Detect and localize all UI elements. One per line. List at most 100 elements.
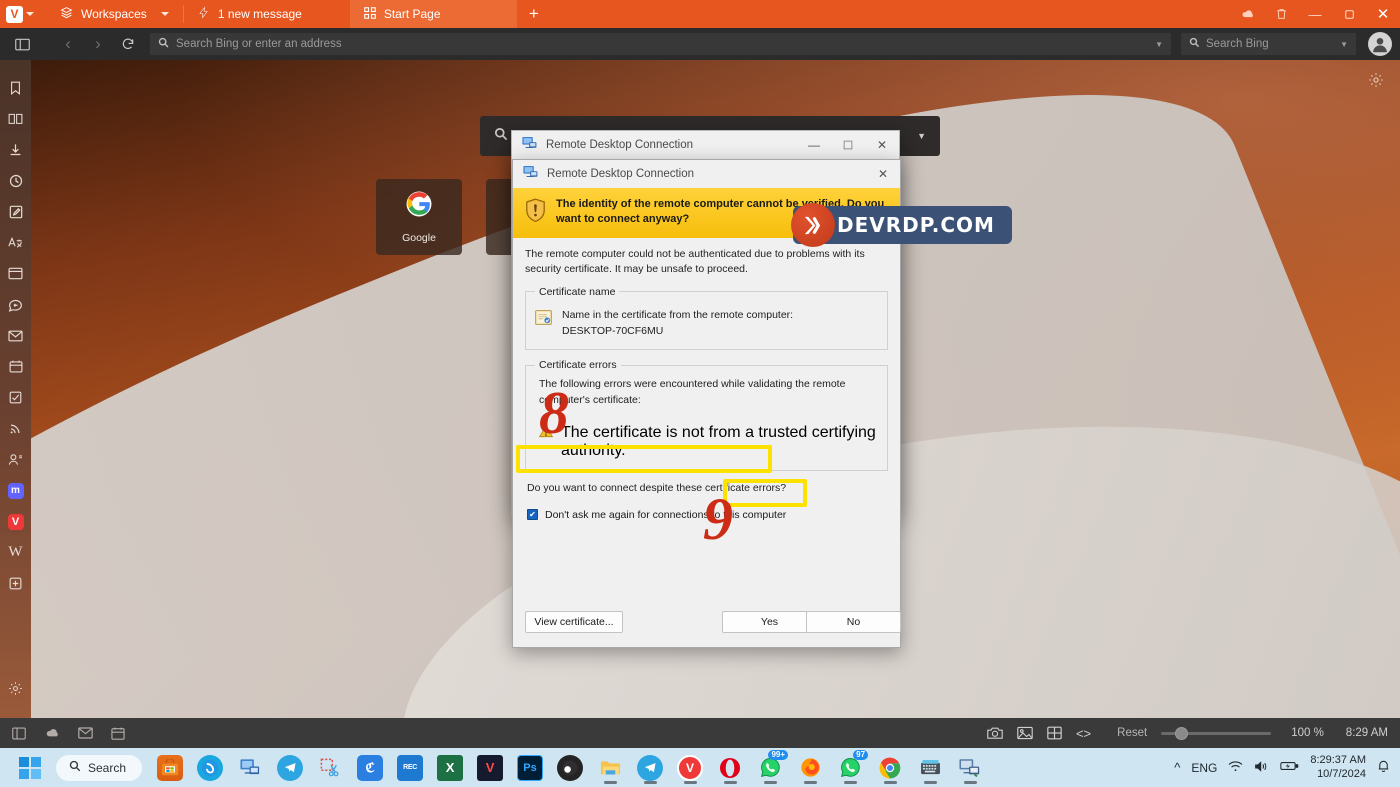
sidebar-item-add-panel[interactable] — [0, 568, 31, 599]
tab-new-message[interactable]: 1 new message — [184, 0, 350, 28]
taskbar-app-onscreen-keyboard[interactable] — [910, 748, 950, 787]
taskbar-app-telegram[interactable] — [270, 748, 310, 787]
no-button[interactable]: No — [806, 611, 901, 633]
dont-ask-again-checkbox[interactable]: ✔ — [527, 509, 538, 521]
certificate-errors-group: Certificate errors The following errors … — [525, 359, 888, 471]
taskbar-clock[interactable]: 8:29:37 AM 10/7/2024 — [1310, 754, 1366, 782]
vivaldi-menu-button[interactable]: V — [0, 0, 46, 28]
taskbar-app-screen-recorder[interactable]: REC — [390, 748, 430, 787]
sidebar-item-rss[interactable] — [0, 413, 31, 444]
tray-chevron-icon[interactable]: ^ — [1174, 760, 1180, 775]
sidebar-item-contacts[interactable] — [0, 444, 31, 475]
sidebar-item-notes[interactable] — [0, 196, 31, 227]
tab-new-message-label: 1 new message — [217, 7, 302, 21]
calendar-icon[interactable] — [111, 727, 125, 740]
sidebar-item-history[interactable] — [0, 165, 31, 196]
dialog-titlebar[interactable]: Remote Desktop Connection ✕ — [513, 160, 900, 188]
tab-start-page[interactable]: Start Page — [349, 0, 517, 28]
running-indicator — [843, 781, 857, 784]
start-page-settings-icon[interactable] — [1368, 72, 1384, 92]
panel-toggle-icon[interactable] — [12, 727, 26, 740]
minimize-button[interactable]: — — [1298, 0, 1332, 28]
avatar[interactable] — [1368, 32, 1392, 56]
wifi-icon[interactable] — [1228, 760, 1243, 776]
sidebar-item-feeds[interactable] — [0, 289, 31, 320]
taskbar-app-whatsapp-business[interactable]: 97 — [830, 748, 870, 787]
trash-icon[interactable] — [1264, 0, 1298, 28]
panel-toggle-button[interactable] — [8, 32, 36, 56]
forward-button[interactable]: › — [84, 32, 112, 56]
sidebar-settings-button[interactable] — [0, 673, 31, 704]
volume-icon[interactable] — [1254, 760, 1269, 776]
taskbar-app-opera[interactable] — [710, 748, 750, 787]
new-tab-button[interactable]: + — [517, 0, 551, 28]
rdp-maximize-button[interactable] — [831, 131, 865, 159]
taskbar-app-telegram-running[interactable] — [630, 748, 670, 787]
search-input[interactable]: Search Bing ▼ — [1181, 33, 1356, 55]
remote-desktop-connection-window[interactable]: Remote Desktop Connection — ✕ Remote Des… — [511, 130, 901, 648]
taskbar-app-rustdesk[interactable]: ℭ — [350, 748, 390, 787]
taskbar-app-vivaldi[interactable]: V — [670, 748, 710, 787]
mail-icon[interactable] — [78, 727, 93, 739]
start-button[interactable] — [10, 748, 50, 787]
battery-charging-icon[interactable] — [1280, 760, 1299, 775]
zoom-slider-knob[interactable] — [1175, 726, 1189, 740]
taskbar-app-remote-desktop-active[interactable] — [950, 748, 990, 787]
taskbar-app-vivaldi-dark[interactable]: V — [470, 748, 510, 787]
rdp-close-button[interactable]: ✕ — [865, 131, 899, 159]
zoom-reset-button[interactable]: Reset — [1117, 727, 1147, 739]
taskbar-app-microsoft-store[interactable] — [150, 748, 190, 787]
taskbar-app-parsec[interactable] — [190, 748, 230, 787]
taskbar-app-snipping-tool[interactable] — [310, 748, 350, 787]
window-controls: — ✕ — [1230, 0, 1400, 28]
dialog-close-button[interactable]: ✕ — [866, 160, 900, 188]
taskbar-app-remote-desktop[interactable] — [230, 748, 270, 787]
sidebar-item-wikipedia[interactable]: W — [0, 537, 31, 568]
rdp-window-titlebar[interactable]: Remote Desktop Connection — ✕ — [512, 131, 899, 159]
chevron-down-icon[interactable]: ▼ — [1155, 40, 1163, 49]
taskbar-app-chrome[interactable] — [870, 748, 910, 787]
cloud-icon[interactable] — [44, 727, 60, 739]
tiling-icon[interactable] — [1047, 726, 1062, 740]
taskbar-app-firefox[interactable] — [790, 748, 830, 787]
taskbar-app-excel[interactable]: X — [430, 748, 470, 787]
sidebar-item-bookmarks[interactable] — [0, 72, 31, 103]
tray-language[interactable]: ENG — [1191, 761, 1217, 775]
sidebar-item-downloads[interactable] — [0, 134, 31, 165]
sidebar-item-mastodon[interactable]: m — [0, 475, 31, 506]
maximize-button[interactable] — [1332, 0, 1366, 28]
cloud-icon[interactable] — [1230, 0, 1264, 28]
search-placeholder: Search Bing — [1206, 38, 1269, 50]
sidebar-item-mail[interactable] — [0, 320, 31, 351]
vivaldi-status-bar: <> Reset 100 % 8:29 AM — [0, 718, 1400, 748]
tab-workspaces-label: Workspaces — [81, 7, 147, 21]
taskbar-app-photoshop[interactable]: Ps — [510, 748, 550, 787]
chevron-down-icon[interactable]: ▼ — [1340, 40, 1348, 49]
rdp-minimize-button[interactable]: — — [797, 131, 831, 159]
sidebar-item-translate[interactable] — [0, 227, 31, 258]
close-button[interactable]: ✕ — [1366, 0, 1400, 28]
tab-workspaces[interactable]: Workspaces — [46, 0, 183, 28]
sidebar-item-windows[interactable] — [0, 258, 31, 289]
sidebar-item-calendar[interactable] — [0, 351, 31, 382]
back-button[interactable]: ‹ — [54, 32, 82, 56]
capture-icon[interactable] — [987, 726, 1003, 740]
sidebar-item-vivaldi[interactable]: V — [0, 506, 31, 537]
bell-icon[interactable] — [1377, 759, 1390, 776]
reload-button[interactable] — [114, 32, 142, 56]
image-icon[interactable] — [1017, 726, 1033, 740]
developer-tools-icon[interactable]: <> — [1076, 726, 1091, 741]
yes-button[interactable]: Yes — [722, 611, 817, 633]
zoom-slider[interactable] — [1161, 726, 1272, 740]
taskbar-app-whatsapp[interactable]: 99+ — [750, 748, 790, 787]
taskbar-search[interactable]: Search — [56, 754, 143, 781]
taskbar-app-file-explorer[interactable] — [590, 748, 630, 787]
dont-ask-again-checkbox-row[interactable]: ✔ Don't ask me again for connections to … — [525, 509, 888, 521]
sidebar-item-reading-list[interactable] — [0, 103, 31, 134]
sidebar-item-tasks[interactable] — [0, 382, 31, 413]
taskbar-app-obs[interactable] — [550, 748, 590, 787]
view-certificate-button[interactable]: View certificate... — [525, 611, 623, 633]
speed-dial-google[interactable]: Google — [376, 179, 462, 255]
url-input[interactable]: Search Bing or enter an address ▼ — [150, 33, 1171, 55]
chevron-down-icon[interactable]: ▼ — [917, 131, 926, 141]
